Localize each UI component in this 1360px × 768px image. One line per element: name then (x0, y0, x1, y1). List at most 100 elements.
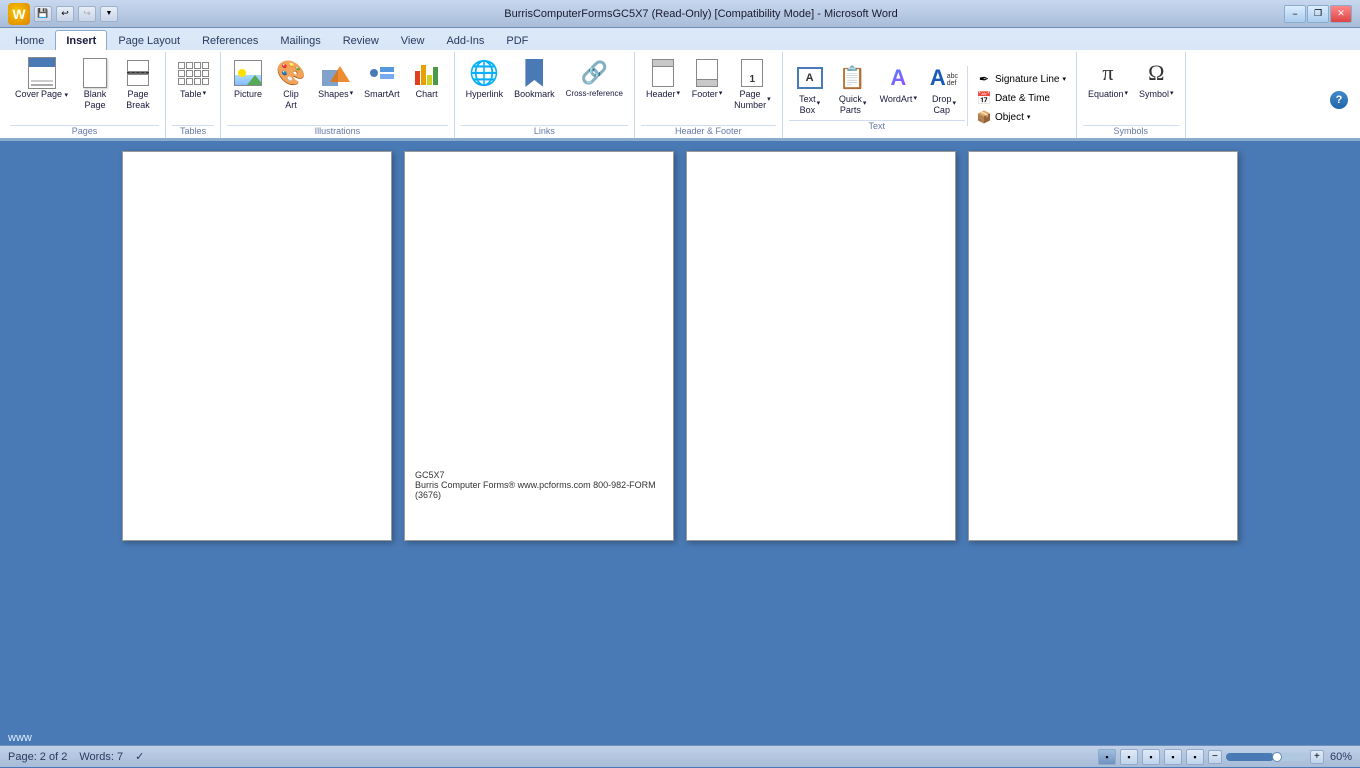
picture-button[interactable]: Picture (227, 54, 269, 103)
drop-cap-button[interactable]: A abc def DropCap ▾ (923, 59, 965, 119)
blank-page-label: BlankPage (84, 89, 107, 111)
shapes-label: Shapes ▾ (318, 89, 353, 100)
smart-art-button[interactable]: SmartArt (359, 54, 405, 103)
title-controls: − ❐ ✕ (1284, 5, 1352, 23)
page-info: Page: 2 of 2 (8, 751, 67, 763)
ribbon: Home Insert Page Layout References Maili… (0, 28, 1360, 141)
tab-mailings[interactable]: Mailings (269, 30, 331, 50)
tab-home[interactable]: Home (4, 30, 55, 50)
smart-art-icon (366, 57, 398, 89)
zoom-track[interactable] (1226, 753, 1306, 761)
hyperlink-icon: 🌐 (468, 57, 500, 89)
word-count: Words: 7 (79, 751, 123, 763)
bookmark-button[interactable]: Bookmark (509, 54, 560, 103)
footer-button[interactable]: Footer ▾ (686, 54, 728, 103)
document-page-2: GC5X7 Burris Computer Forms® www.pcforms… (404, 151, 674, 541)
chart-label: Chart (416, 89, 438, 100)
chart-button[interactable]: Chart (406, 54, 448, 103)
cross-reference-label: Cross-reference (566, 89, 623, 99)
tab-pdf[interactable]: PDF (495, 30, 539, 50)
text-box-button[interactable]: A TextBox ▾ (789, 59, 831, 119)
equation-label: Equation ▾ (1088, 89, 1128, 100)
page-break-label: PageBreak (126, 89, 150, 111)
hyperlink-button[interactable]: 🌐 Hyperlink (461, 54, 509, 103)
word-art-button[interactable]: A WordArt ▾ (875, 59, 922, 108)
object-button[interactable]: 📦 Object ▾ (972, 108, 1070, 126)
header-footer-group-label: Header & Footer (641, 125, 776, 138)
zoom-out-btn[interactable]: − (1208, 750, 1222, 764)
spell-check-icon[interactable]: ✓ (135, 750, 144, 763)
picture-label: Picture (234, 89, 262, 100)
help-button[interactable]: ? (1330, 91, 1348, 109)
full-reading-btn[interactable]: ▪ (1120, 749, 1138, 765)
document-page-4 (968, 151, 1238, 541)
customize-btn[interactable]: ▼ (100, 6, 118, 22)
tab-review[interactable]: Review (332, 30, 390, 50)
table-label: Table ▾ (180, 89, 206, 100)
signature-line-button[interactable]: ✒ Signature Line ▾ (972, 70, 1070, 88)
undo-btn[interactable]: ↩ (56, 6, 74, 22)
header-button[interactable]: Header ▾ (641, 54, 685, 103)
ribbon-group-pages: CoverPage ▾ BlankPage (4, 52, 166, 138)
zoom-thumb[interactable] (1272, 752, 1282, 762)
status-bar: Page: 2 of 2 Words: 7 ✓ ▪ ▪ ▪ ▪ ▪ − + 60… (0, 745, 1360, 767)
equation-button[interactable]: π Equation ▾ (1083, 54, 1133, 103)
page-number-icon: 1 (736, 57, 768, 89)
ribbon-group-text: A TextBox ▾ 📋 QuickParts ▾ A (783, 52, 1077, 138)
restore-btn[interactable]: ❐ (1307, 5, 1329, 23)
signature-line-label: Signature Line (995, 74, 1060, 85)
text-stack-buttons: ✒ Signature Line ▾ 📅 Date & Time 📦 Objec… (967, 66, 1070, 126)
zoom-in-btn[interactable]: + (1310, 750, 1324, 764)
document-page-3 (686, 151, 956, 541)
illustrations-buttons: Picture 🎨 ClipArt (227, 54, 448, 123)
blank-page-button[interactable]: BlankPage (74, 54, 116, 114)
quick-parts-button[interactable]: 📋 QuickParts ▾ (832, 59, 874, 119)
picture-icon (232, 57, 264, 89)
clip-art-button[interactable]: 🎨 ClipArt (270, 54, 312, 114)
text-main-buttons: A TextBox ▾ 📋 QuickParts ▾ A (789, 59, 965, 119)
office-logo[interactable]: W (8, 3, 30, 25)
tab-view[interactable]: View (390, 30, 436, 50)
object-icon: 📦 (976, 110, 992, 124)
status-left: Page: 2 of 2 Words: 7 ✓ (8, 750, 144, 763)
close-btn[interactable]: ✕ (1330, 5, 1352, 23)
ribbon-content: CoverPage ▾ BlankPage (0, 50, 1360, 140)
outline-btn[interactable]: ▪ (1164, 749, 1182, 765)
blank-page-icon (79, 57, 111, 89)
document-area: GC5X7 Burris Computer Forms® www.pcforms… (0, 141, 1360, 745)
pages-group-label: Pages (10, 125, 159, 138)
status-right: ▪ ▪ ▪ ▪ ▪ − + 60% (1098, 749, 1352, 765)
draft-btn[interactable]: ▪ (1186, 749, 1204, 765)
cross-reference-button[interactable]: 🔗 Cross-reference (561, 54, 628, 102)
tables-group-label: Tables (172, 125, 214, 138)
zoom-fill (1226, 753, 1274, 761)
symbol-button[interactable]: Ω Symbol ▾ (1134, 54, 1179, 103)
symbols-group-label: Symbols (1083, 125, 1179, 138)
page-break-button[interactable]: PageBreak (117, 54, 159, 114)
date-time-button[interactable]: 📅 Date & Time (972, 89, 1070, 107)
tab-add-ins[interactable]: Add-Ins (435, 30, 495, 50)
print-layout-btn[interactable]: ▪ (1098, 749, 1116, 765)
text-box-label: TextBox ▾ (799, 94, 820, 116)
pages-buttons: CoverPage ▾ BlankPage (10, 54, 159, 123)
page-number-button[interactable]: 1 Page Number ▾ (729, 54, 776, 114)
tables-buttons: Table ▾ (172, 54, 214, 123)
clip-art-label: ClipArt (283, 89, 299, 111)
redo-btn[interactable]: ↪ (78, 6, 96, 22)
tab-insert[interactable]: Insert (55, 30, 107, 50)
minimize-btn[interactable]: − (1284, 5, 1306, 23)
page2-line2: Burris Computer Forms® www.pcforms.com 8… (415, 480, 673, 500)
tab-page-layout[interactable]: Page Layout (107, 30, 191, 50)
save-quick-btn[interactable]: 💾 (34, 6, 52, 22)
date-time-icon: 📅 (976, 91, 992, 105)
web-layout-btn[interactable]: ▪ (1142, 749, 1160, 765)
document-page-1 (122, 151, 392, 541)
page-break-icon (122, 57, 154, 89)
ribbon-group-tables: Table ▾ Tables (166, 52, 221, 138)
cover-page-button[interactable]: CoverPage ▾ (10, 54, 73, 103)
symbol-label: Symbol ▾ (1139, 89, 1174, 100)
footer-label: Footer ▾ (692, 89, 723, 100)
tab-references[interactable]: References (191, 30, 269, 50)
shapes-button[interactable]: Shapes ▾ (313, 54, 358, 103)
table-button[interactable]: Table ▾ (172, 54, 214, 103)
